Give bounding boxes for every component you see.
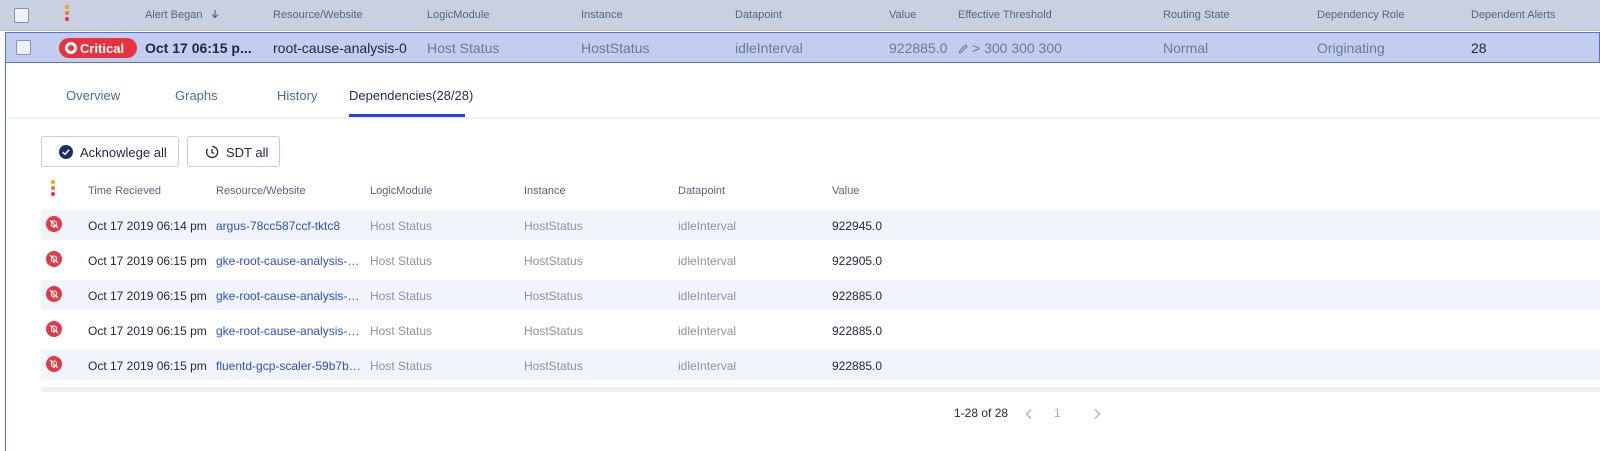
table-row[interactable]: Oct 17 2019 06:15 pm gke-root-cause-anal…: [41, 280, 1600, 310]
alert-detail-panel: Overview Graphs History Dependencies(28/…: [5, 63, 1600, 451]
alert-resource[interactable]: root-cause-analysis-0: [273, 40, 407, 56]
row-instance: HostStatus: [524, 324, 583, 338]
table-row[interactable]: Oct 17 2019 06:14 pm argus-78cc587ccf-tk…: [41, 210, 1600, 240]
select-all-checkbox[interactable]: [14, 8, 29, 23]
acknowledge-all-button[interactable]: Acknowlege all: [41, 136, 179, 167]
row-time: Oct 17 2019 06:15 pm: [88, 289, 207, 303]
critical-muted-icon: [46, 251, 62, 267]
row-resource-link[interactable]: gke-root-cause-analysis-de...: [216, 254, 364, 268]
dep-col-logicmodule[interactable]: LogicModule: [370, 185, 432, 197]
dependencies-table-header: Time Recieved Resource/Website LogicModu…: [41, 175, 1600, 205]
row-instance: HostStatus: [524, 289, 583, 303]
row-logicmodule: Host Status: [370, 359, 433, 373]
row-resource-link[interactable]: argus-78cc587ccf-tktc8: [216, 219, 364, 233]
alert-logicmodule: Host Status: [427, 40, 500, 56]
row-instance: HostStatus: [524, 359, 583, 373]
pencil-icon[interactable]: [958, 43, 969, 54]
severity-column-icon[interactable]: [65, 5, 69, 23]
row-logicmodule: Host Status: [370, 219, 433, 233]
dep-col-resource[interactable]: Resource/Website: [216, 185, 306, 197]
row-datapoint: idleInterval: [678, 254, 737, 268]
critical-icon: [65, 42, 77, 54]
col-resource[interactable]: Resource/Website: [273, 9, 363, 21]
row-logicmodule: Host Status: [370, 254, 433, 268]
alerts-table-header: Alert Began Resource/Website LogicModule…: [0, 0, 1600, 31]
detail-tabs: Overview Graphs History Dependencies(28/…: [6, 63, 1600, 119]
dep-col-value[interactable]: Value: [832, 185, 859, 197]
col-effective-threshold[interactable]: Effective Threshold: [958, 9, 1052, 21]
severity-label: Critical: [80, 41, 125, 56]
col-datapoint[interactable]: Datapoint: [735, 9, 782, 21]
row-datapoint: idleInterval: [678, 324, 737, 338]
dep-col-time[interactable]: Time Recieved: [88, 185, 161, 197]
sdt-all-button[interactable]: SDT all: [187, 136, 280, 167]
row-resource-link[interactable]: gke-root-cause-analysis-de...: [216, 324, 364, 338]
table-row[interactable]: Oct 17 2019 06:15 pm gke-root-cause-anal…: [41, 315, 1600, 345]
alert-began: Oct 17 06:15 p...: [145, 40, 252, 56]
alert-dependency-role: Originating: [1317, 40, 1385, 56]
arrow-down-icon: [211, 10, 218, 19]
col-dependent-alerts[interactable]: Dependent Alerts: [1471, 9, 1555, 21]
alert-row-checkbox[interactable]: [16, 40, 31, 55]
row-value: 922885.0: [832, 324, 883, 338]
dep-col-instance[interactable]: Instance: [524, 185, 566, 197]
col-alert-began[interactable]: Alert Began: [145, 9, 220, 21]
chevron-right-icon[interactable]: [1092, 408, 1102, 420]
col-value[interactable]: Value: [889, 9, 916, 21]
col-instance[interactable]: Instance: [581, 9, 623, 21]
threshold-value: > 300 300 300: [972, 40, 1062, 56]
dep-col-datapoint[interactable]: Datapoint: [678, 185, 725, 197]
col-routing-state[interactable]: Routing State: [1163, 9, 1230, 21]
row-time: Oct 17 2019 06:15 pm: [88, 324, 207, 338]
table-row[interactable]: Oct 17 2019 06:15 pm fluentd-gcp-scaler-…: [41, 350, 1600, 380]
critical-muted-icon: [46, 321, 62, 337]
row-value: 922885.0: [832, 289, 883, 303]
alert-instance: HostStatus: [581, 40, 650, 56]
row-instance: HostStatus: [524, 254, 583, 268]
pagination-range: 1-28 of 28: [954, 406, 1009, 420]
severity-column-icon[interactable]: [51, 180, 55, 198]
alert-dependent-alerts: 28: [1471, 40, 1487, 56]
check-circle-icon: [59, 145, 73, 159]
row-instance: HostStatus: [524, 219, 583, 233]
row-value: 922905.0: [832, 254, 883, 268]
severity-badge: Critical: [59, 38, 137, 58]
critical-muted-icon: [46, 286, 62, 302]
row-time: Oct 17 2019 06:15 pm: [88, 254, 207, 268]
acknowledge-all-label: Acknowlege all: [80, 145, 167, 160]
table-row[interactable]: Oct 17 2019 06:15 pm gke-root-cause-anal…: [41, 245, 1600, 275]
col-alert-began-label: Alert Began: [145, 9, 203, 21]
horizontal-scrollbar[interactable]: [41, 387, 1600, 392]
chevron-left-icon[interactable]: [1024, 408, 1034, 420]
row-time: Oct 17 2019 06:15 pm: [88, 359, 207, 373]
alert-datapoint: idleInterval: [735, 40, 803, 56]
sdt-all-label: SDT all: [226, 145, 269, 160]
row-resource-link[interactable]: gke-root-cause-analysis-de...: [216, 289, 364, 303]
row-logicmodule: Host Status: [370, 324, 433, 338]
alert-threshold[interactable]: > 300 300 300: [958, 40, 1062, 56]
critical-muted-icon: [46, 356, 62, 372]
row-logicmodule: Host Status: [370, 289, 433, 303]
row-time: Oct 17 2019 06:14 pm: [88, 219, 207, 233]
row-datapoint: idleInterval: [678, 359, 737, 373]
row-resource-link[interactable]: fluentd-gcp-scaler-59b7b7...: [216, 359, 364, 373]
alert-routing-state: Normal: [1163, 40, 1209, 56]
tab-dependencies[interactable]: Dependencies(28/28): [349, 88, 473, 103]
tab-graphs[interactable]: Graphs: [175, 88, 218, 103]
row-value: 922945.0: [832, 219, 883, 233]
timer-icon: [206, 145, 219, 159]
pagination-page[interactable]: 1: [1054, 406, 1061, 420]
critical-muted-icon: [46, 216, 62, 232]
tab-overview[interactable]: Overview: [66, 88, 120, 103]
row-value: 922885.0: [832, 359, 883, 373]
col-dependency-role[interactable]: Dependency Role: [1317, 9, 1404, 21]
row-datapoint: idleInterval: [678, 289, 737, 303]
alert-value: 922885.0: [889, 40, 948, 56]
row-datapoint: idleInterval: [678, 219, 737, 233]
alert-row-selected[interactable]: Critical Oct 17 06:15 p... root-cause-an…: [5, 32, 1600, 63]
col-logicmodule[interactable]: LogicModule: [427, 9, 489, 21]
tab-history[interactable]: History: [277, 88, 317, 103]
active-tab-indicator: [349, 114, 465, 117]
